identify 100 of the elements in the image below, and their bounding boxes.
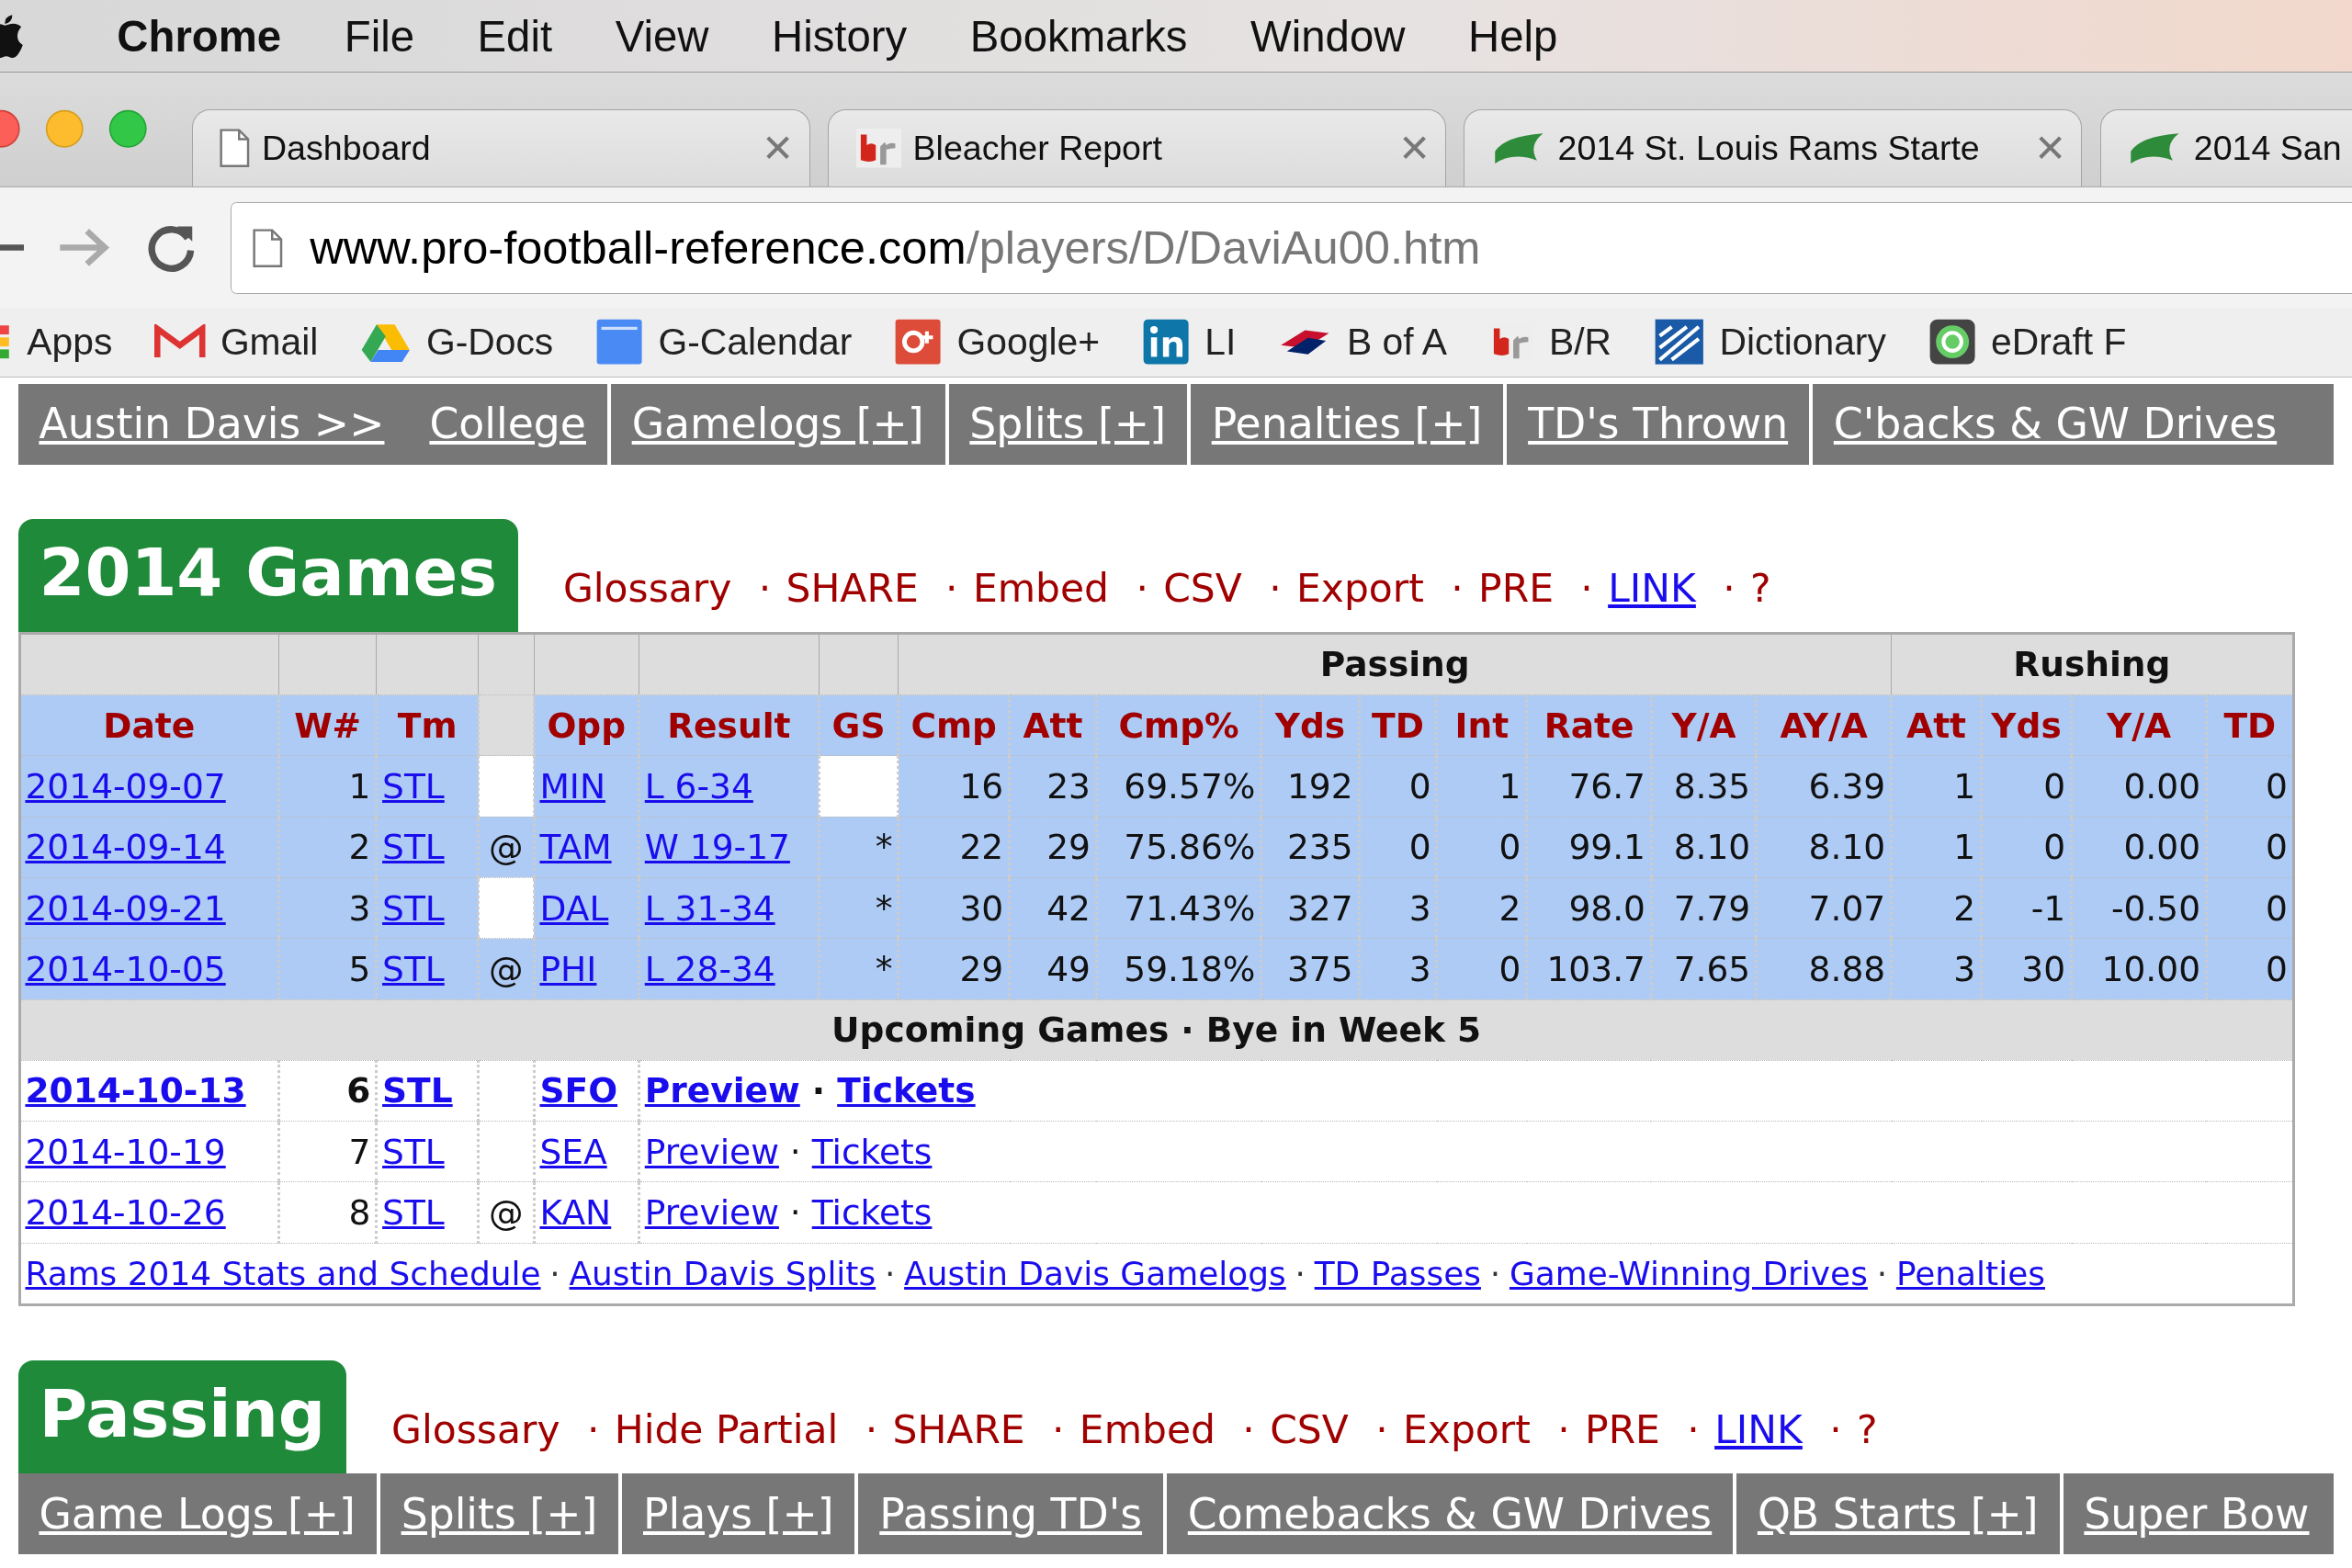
browser-tab[interactable]: 2014 San [2099, 108, 2352, 187]
link[interactable]: LINK [1608, 565, 1696, 611]
bookmark[interactable]: B/R [1548, 321, 1611, 365]
separator-dot: · [1136, 565, 1148, 611]
action-link[interactable]: Export [1402, 1407, 1531, 1453]
action-link[interactable]: Embed [972, 565, 1109, 611]
bookmark[interactable]: eDraft F [1991, 321, 2127, 365]
nav-link[interactable]: C'backs & GW Drives [1833, 400, 2278, 449]
column-header[interactable]: GS [819, 694, 899, 756]
browser-tab[interactable]: Bleacher Report ✕ [828, 108, 1446, 187]
table-cell: 0 [2265, 948, 2288, 989]
menu-item[interactable]: Bookmarks [969, 10, 1188, 62]
table-link[interactable]: Preview [644, 1192, 779, 1234]
bookmark[interactable]: Apps [27, 321, 113, 365]
column-header[interactable]: Y/A [1651, 694, 1757, 756]
nav-link[interactable]: Penalties [+] [1211, 400, 1483, 449]
action-link[interactable]: SHARE [786, 565, 919, 611]
nav-link[interactable]: QB Starts [+] [1757, 1489, 2039, 1539]
column-header[interactable]: AY/A [1756, 694, 1892, 756]
table-link[interactable]: STL [382, 1192, 445, 1234]
menu-item[interactable]: Edit [477, 10, 553, 62]
action-link[interactable]: Embed [1079, 1407, 1216, 1453]
action-link[interactable]: PRE [1478, 565, 1554, 611]
table-link[interactable]: STL [382, 1070, 453, 1111]
bookmark[interactable]: Dictionary [1719, 321, 1886, 365]
nav-link[interactable]: College [429, 400, 586, 449]
link[interactable]: LINK [1714, 1407, 1803, 1453]
bookmark[interactable]: LI [1204, 321, 1237, 365]
menu-item[interactable]: View [615, 10, 709, 62]
browser-tab[interactable]: Dashboard ✕ [191, 108, 810, 187]
bookmark[interactable]: B of A [1347, 321, 1447, 365]
column-header[interactable]: W# [278, 694, 377, 756]
action-link[interactable]: PRE [1585, 1407, 1660, 1453]
menu-item[interactable]: Help [1468, 10, 1558, 62]
minimize-window-icon[interactable] [44, 108, 85, 148]
column-header[interactable]: Yds [1261, 694, 1360, 756]
table-link[interactable]: SFO [539, 1070, 618, 1111]
table-link[interactable]: Preview [644, 1131, 779, 1172]
nav-link[interactable]: Austin Davis >> [39, 400, 385, 449]
nav-link[interactable]: Game Logs [+] [39, 1489, 356, 1539]
address-field[interactable]: www.pro-football-reference.com/players/D/DaviAu00.htm [231, 201, 2352, 294]
menu-item[interactable]: Window [1250, 10, 1406, 62]
column-header[interactable]: Date [19, 694, 279, 756]
action-link[interactable]: Glossary [562, 565, 732, 611]
table-link[interactable]: Preview [644, 1070, 800, 1111]
nav-link[interactable]: Splits [+] [969, 400, 1166, 449]
bookmark[interactable]: Gmail [220, 321, 319, 365]
action-link[interactable]: SHARE [892, 1407, 1025, 1453]
menu-item[interactable]: History [771, 10, 908, 62]
column-header[interactable]: Tm [376, 694, 479, 756]
nav-link[interactable]: Passing TD's [879, 1489, 1143, 1539]
action-link[interactable]: Glossary [391, 1407, 560, 1453]
column-header[interactable]: Cmp [898, 694, 1010, 756]
table-link[interactable]: SEA [539, 1131, 607, 1172]
bookmark[interactable]: Google+ [956, 321, 1100, 365]
nav-link[interactable]: Splits [+] [401, 1489, 598, 1539]
footer-link[interactable]: TD Passes [1314, 1254, 1481, 1292]
column-header[interactable]: Result [639, 694, 820, 756]
zoom-window-icon[interactable] [107, 108, 147, 148]
table-link[interactable]: STL [382, 1131, 445, 1172]
action-link[interactable]: Hide Partial [614, 1407, 839, 1453]
table-link[interactable]: Tickets [811, 1192, 933, 1234]
action-link[interactable]: ? [1857, 1407, 1878, 1453]
action-link[interactable]: ? [1750, 565, 1771, 611]
nav-link[interactable]: Gamelogs [+] [631, 400, 924, 449]
column-header[interactable]: TD [1359, 694, 1437, 756]
footer-link[interactable]: Rams 2014 Stats and Schedule [25, 1254, 541, 1292]
column-header[interactable]: Att [1891, 694, 1982, 756]
nav-link[interactable]: TD's Thrown [1528, 400, 1789, 449]
column-header[interactable]: Opp [534, 694, 639, 756]
separator-dot: · [1451, 565, 1464, 611]
table-link[interactable]: Tickets [811, 1131, 933, 1172]
action-link[interactable]: CSV [1163, 565, 1242, 611]
menu-item[interactable]: Chrome [117, 10, 282, 62]
footer-link[interactable]: Austin Davis Gamelogs [904, 1254, 1286, 1292]
nav-link[interactable]: Super Bow [2084, 1489, 2310, 1539]
table-link[interactable]: 2014-10-26 [25, 1192, 226, 1234]
column-header[interactable]: Y/A [2071, 694, 2207, 756]
browser-tab[interactable]: 2014 St. Louis Rams Starte ✕ [1464, 108, 2083, 187]
column-header[interactable]: Cmp% [1096, 694, 1261, 756]
bookmark[interactable]: G-Docs [425, 321, 554, 365]
footer-link[interactable]: Penalties [1895, 1254, 2045, 1292]
column-header[interactable]: Yds [1981, 694, 2072, 756]
footer-link[interactable]: Austin Davis Splits [569, 1254, 876, 1292]
column-header[interactable]: Rate [1526, 694, 1652, 756]
menu-item[interactable]: File [344, 10, 414, 62]
table-cell: 0.00 [2123, 765, 2201, 807]
table-link[interactable]: Tickets [837, 1070, 976, 1111]
column-header[interactable]: Att [1009, 694, 1097, 756]
nav-link[interactable]: Comebacks & GW Drives [1187, 1489, 1713, 1539]
column-header[interactable]: TD [2206, 694, 2294, 756]
table-link[interactable]: 2014-10-19 [25, 1131, 226, 1172]
action-link[interactable]: CSV [1270, 1407, 1349, 1453]
nav-link[interactable]: Plays [+] [642, 1489, 834, 1539]
column-header[interactable]: Int [1436, 694, 1527, 756]
bookmark[interactable]: G-Calendar [658, 321, 853, 365]
table-link[interactable]: 2014-10-13 [25, 1070, 246, 1111]
table-link[interactable]: KAN [539, 1192, 612, 1234]
action-link[interactable]: Export [1295, 565, 1424, 611]
footer-link[interactable]: Game-Winning Drives [1509, 1254, 1868, 1292]
